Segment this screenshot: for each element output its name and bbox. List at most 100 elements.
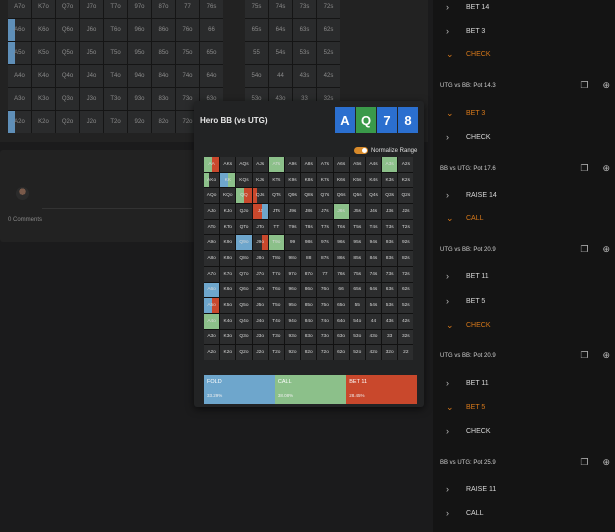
- range-cell[interactable]: JTs: [268, 204, 284, 219]
- range-cell[interactable]: T9o: [268, 235, 284, 251]
- bg-range-cell[interactable]: 92o: [128, 111, 151, 133]
- bg-range-cell[interactable]: T5o: [104, 42, 127, 64]
- range-cell[interactable]: 73s: [382, 266, 398, 282]
- tree-action-item[interactable]: › BET 11: [446, 378, 489, 388]
- tree-action-item[interactable]: ⌄ CHECK: [446, 49, 491, 60]
- range-cell[interactable]: 76o: [317, 282, 333, 298]
- bg-range-cell[interactable]: J5o: [80, 42, 103, 64]
- range-cell[interactable]: 42o: [365, 345, 382, 360]
- range-cell[interactable]: K2s: [398, 172, 414, 188]
- range-cell[interactable]: T6s: [333, 219, 349, 235]
- range-cell[interactable]: AKs: [220, 157, 236, 172]
- range-cell[interactable]: J4o: [252, 313, 268, 329]
- bg-range-cell[interactable]: 83o: [152, 88, 175, 110]
- bg-range-cell[interactable]: 93o: [128, 88, 151, 110]
- range-cell[interactable]: T5o: [268, 298, 284, 313]
- range-cell[interactable]: Q7s: [317, 188, 333, 204]
- copy-icon[interactable]: ❐: [580, 244, 588, 255]
- range-cell[interactable]: J9s: [284, 204, 301, 219]
- range-cell[interactable]: 97o: [284, 266, 301, 282]
- bg-range-cell[interactable]: A3o: [8, 88, 31, 110]
- range-cell[interactable]: 96s: [333, 235, 349, 251]
- legend-call[interactable]: CALL 38.08%: [274, 375, 347, 404]
- range-cell[interactable]: 63s: [382, 282, 398, 298]
- range-cell[interactable]: QTs: [268, 188, 284, 204]
- range-cell[interactable]: 87o: [301, 266, 317, 282]
- range-cell[interactable]: 72s: [398, 266, 414, 282]
- legend-bet-11[interactable]: BET 11 28.45%: [346, 375, 417, 404]
- range-cell[interactable]: T9s: [284, 219, 301, 235]
- range-cell[interactable]: 95s: [349, 235, 365, 251]
- range-cell[interactable]: 72o: [317, 345, 333, 360]
- range-cell[interactable]: J7s: [317, 204, 333, 219]
- range-cell[interactable]: A4s: [365, 157, 382, 172]
- range-cell[interactable]: A6s: [333, 157, 349, 172]
- range-cell[interactable]: Q6o: [236, 282, 252, 298]
- bg-range-cell[interactable]: 43s: [293, 65, 316, 87]
- range-cell[interactable]: QJo: [236, 204, 252, 219]
- range-cell[interactable]: 98s: [301, 235, 317, 251]
- bg-range-cell[interactable]: 76o: [176, 19, 199, 41]
- range-cell[interactable]: J3o: [252, 329, 268, 345]
- bg-range-cell[interactable]: T4o: [104, 65, 127, 87]
- range-cell[interactable]: KTs: [268, 172, 284, 188]
- range-cell[interactable]: K8o: [220, 251, 236, 266]
- range-cell[interactable]: 33: [382, 329, 398, 345]
- range-cell[interactable]: QTo: [236, 219, 252, 235]
- toggle-switch[interactable]: [354, 147, 368, 154]
- range-cell[interactable]: Q3s: [382, 188, 398, 204]
- tree-action-item[interactable]: ⌄ CALL: [446, 213, 484, 224]
- range-cell[interactable]: T2s: [398, 219, 414, 235]
- copy-icon[interactable]: ❐: [580, 457, 588, 468]
- range-cell[interactable]: A5o: [204, 298, 220, 313]
- bg-range-cell[interactable]: 73s: [293, 0, 316, 18]
- range-cell[interactable]: 32o: [382, 345, 398, 360]
- bg-range-cell[interactable]: 84o: [152, 65, 175, 87]
- range-cell[interactable]: 55: [349, 298, 365, 313]
- range-cell[interactable]: 98o: [284, 251, 301, 266]
- bg-range-cell[interactable]: 66: [200, 19, 223, 41]
- range-cell[interactable]: 52o: [349, 345, 365, 360]
- range-cell[interactable]: 83o: [301, 329, 317, 345]
- range-cell[interactable]: Q4o: [236, 313, 252, 329]
- add-circle-icon[interactable]: ⊕: [602, 80, 610, 91]
- range-cell[interactable]: 86s: [333, 251, 349, 266]
- range-cell[interactable]: 76s: [333, 266, 349, 282]
- range-cell[interactable]: 73o: [317, 329, 333, 345]
- range-cell[interactable]: 42s: [398, 313, 414, 329]
- range-cell[interactable]: QJs: [252, 188, 268, 204]
- range-cell[interactable]: T6o: [268, 282, 284, 298]
- range-cell[interactable]: Q8o: [236, 251, 252, 266]
- comment-input-line[interactable]: [42, 208, 192, 209]
- range-cell[interactable]: 84o: [301, 313, 317, 329]
- range-cell[interactable]: 53o: [349, 329, 365, 345]
- bg-range-cell[interactable]: 42s: [317, 65, 340, 87]
- range-cell[interactable]: Q8s: [301, 188, 317, 204]
- copy-icon[interactable]: ❐: [580, 163, 588, 174]
- bg-range-cell[interactable]: 54s: [269, 42, 292, 64]
- range-cell[interactable]: K7o: [220, 266, 236, 282]
- bg-range-cell[interactable]: 87o: [152, 0, 175, 18]
- range-cell[interactable]: JTo: [252, 219, 268, 235]
- range-cell[interactable]: Q6s: [333, 188, 349, 204]
- bg-range-cell[interactable]: K2o: [32, 111, 55, 133]
- range-cell[interactable]: J5o: [252, 298, 268, 313]
- bg-range-cell[interactable]: 96o: [128, 19, 151, 41]
- bg-range-cell[interactable]: 64s: [269, 19, 292, 41]
- range-cell[interactable]: J8s: [301, 204, 317, 219]
- range-cell[interactable]: 53s: [382, 298, 398, 313]
- avatar[interactable]: [16, 187, 29, 200]
- bg-range-cell[interactable]: T3o: [104, 88, 127, 110]
- tree-action-item[interactable]: › BET 11: [446, 271, 489, 281]
- bg-range-cell[interactable]: A2o: [8, 111, 31, 133]
- tree-action-item[interactable]: › RAISE 11: [446, 484, 496, 494]
- range-cell[interactable]: 85s: [349, 251, 365, 266]
- range-cell[interactable]: 75o: [317, 298, 333, 313]
- range-cell[interactable]: A4o: [204, 313, 220, 329]
- tree-action-item[interactable]: › CHECK: [446, 426, 491, 436]
- range-cell[interactable]: 95o: [284, 298, 301, 313]
- range-cell[interactable]: T8s: [301, 219, 317, 235]
- range-cell[interactable]: J2o: [252, 345, 268, 360]
- range-cell[interactable]: 97s: [317, 235, 333, 251]
- bg-range-cell[interactable]: 63s: [293, 19, 316, 41]
